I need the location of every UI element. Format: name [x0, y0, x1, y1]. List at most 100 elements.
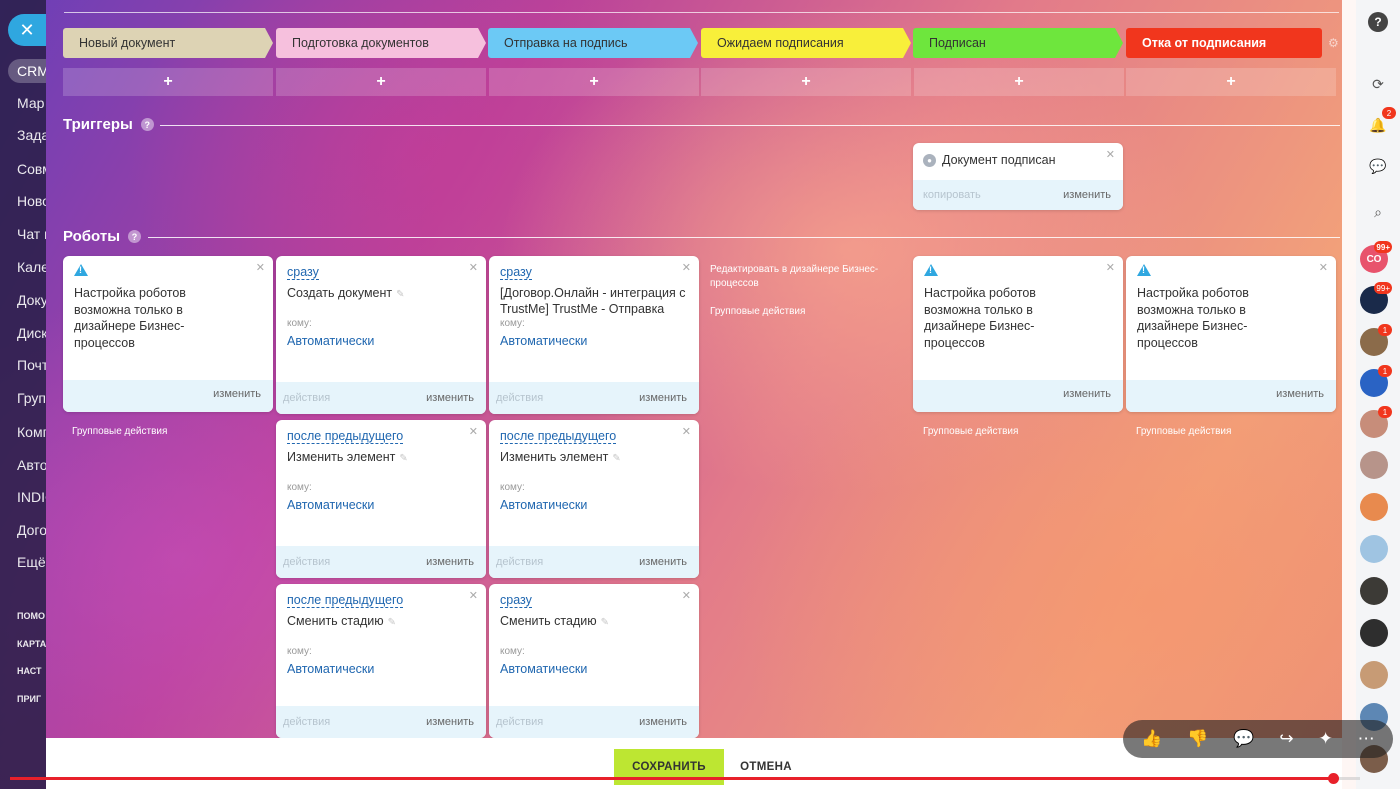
sidebar-item[interactable]: КАРТА — [17, 639, 46, 649]
sidebar-item[interactable]: Авто — [17, 457, 46, 473]
sidebar-item[interactable]: Совм — [17, 161, 46, 177]
search-icon[interactable]: ⌕ — [1364, 198, 1392, 226]
sidebar-item[interactable]: Чат и — [17, 226, 46, 242]
pencil-icon[interactable]: ✎ — [601, 617, 609, 628]
avatar[interactable] — [1360, 577, 1388, 605]
edit-link[interactable]: изменить — [426, 556, 474, 568]
edit-link[interactable]: изменить — [426, 716, 474, 728]
close-icon[interactable]: ✕ — [256, 261, 265, 274]
sidebar-item[interactable]: Дого — [17, 522, 46, 538]
video-progress-handle[interactable] — [1328, 773, 1339, 784]
sidebar-item-more[interactable]: Ещё — [17, 554, 46, 570]
sidebar-item-crm[interactable]: CRM — [8, 59, 46, 83]
add-button[interactable]: + — [701, 68, 911, 96]
avatar[interactable] — [1360, 535, 1388, 563]
sidebar-item[interactable]: Ново — [17, 193, 46, 209]
stage-refused[interactable]: Отка от подписания — [1126, 28, 1322, 58]
sidebar-item[interactable]: Кале — [17, 259, 46, 275]
sidebar-item[interactable]: Груп — [17, 390, 46, 406]
sidebar-item[interactable]: INDIC — [17, 489, 46, 505]
edit-link[interactable]: изменить — [426, 392, 474, 404]
actions-link[interactable]: действия — [283, 716, 330, 728]
bell-icon[interactable]: 🔔 2 — [1364, 107, 1396, 139]
avatar[interactable]: 1 — [1360, 365, 1392, 397]
sidebar-item[interactable]: Почт — [17, 357, 46, 373]
group-actions-link[interactable]: Групповые действия — [72, 426, 167, 437]
edit-link[interactable]: изменить — [639, 716, 687, 728]
trigger-card[interactable]: ● Документ подписан ✕ копировать изменит… — [913, 143, 1123, 210]
help-icon[interactable]: ? — [1368, 12, 1388, 32]
avatar[interactable] — [1360, 451, 1388, 479]
add-button[interactable]: + — [276, 68, 486, 96]
stage-waiting[interactable]: Ожидаем подписания — [701, 28, 911, 58]
pencil-icon[interactable]: ✎ — [388, 617, 396, 628]
robot-card[interactable]: после предыдущего ✕ Сменить стадию ✎ кому… — [276, 584, 486, 738]
close-icon[interactable]: ✕ — [469, 261, 478, 274]
edit-link[interactable]: изменить — [1276, 388, 1324, 400]
actions-link[interactable]: действия — [496, 392, 543, 404]
sidebar-item[interactable]: Комп — [17, 424, 46, 440]
to-value[interactable]: Автоматически — [500, 334, 587, 348]
actions-link[interactable]: действия — [283, 392, 330, 404]
to-value[interactable]: Автоматически — [287, 334, 374, 348]
sidebar-item[interactable]: ПРИГ — [17, 694, 46, 704]
close-icon[interactable]: ✕ — [1319, 261, 1328, 274]
avatar[interactable]: 99+ — [1360, 282, 1392, 314]
to-value[interactable]: Автоматически — [287, 498, 374, 512]
actions-link[interactable]: действия — [496, 716, 543, 728]
help-icon[interactable]: ? — [128, 230, 142, 243]
avatar[interactable] — [1360, 619, 1388, 647]
avatar[interactable]: 1 — [1360, 324, 1392, 356]
to-value[interactable]: Автоматически — [500, 498, 587, 512]
actions-link[interactable]: действия — [496, 556, 543, 568]
designer-link[interactable]: Редактировать в дизайнере Бизнес-процесс… — [710, 263, 910, 291]
stage-sending[interactable]: Отправка на подпись — [488, 28, 698, 58]
copy-link[interactable]: копировать — [923, 189, 981, 201]
group-actions-link[interactable]: Групповые действия — [710, 306, 805, 317]
avatar[interactable] — [1360, 661, 1388, 689]
robot-when[interactable]: после предыдущего — [287, 429, 404, 444]
comment-icon[interactable]: 💬 — [1233, 729, 1254, 749]
edit-link[interactable]: изменить — [1063, 189, 1111, 201]
add-button[interactable]: + — [63, 68, 273, 96]
edit-link[interactable]: изменить — [639, 556, 687, 568]
close-icon[interactable]: ✕ — [8, 14, 46, 46]
stage-signed[interactable]: Подписан — [913, 28, 1123, 58]
robot-card[interactable]: сразу ✕ [Договор.Онлайн - интеграция с T… — [489, 256, 699, 414]
pencil-icon[interactable]: ✎ — [396, 289, 404, 300]
sidebar-item[interactable]: НАСТ — [17, 666, 46, 676]
robot-when[interactable]: сразу — [287, 265, 319, 280]
close-icon[interactable]: ✕ — [682, 589, 691, 602]
more-icon[interactable]: ⋯ — [1358, 729, 1375, 749]
robot-card[interactable]: сразу ✕ Сменить стадию ✎ кому: Автоматиче… — [489, 584, 699, 738]
close-icon[interactable]: ✕ — [1106, 148, 1115, 161]
sidebar-item[interactable]: Доку — [17, 292, 46, 308]
group-actions-link[interactable]: Групповые действия — [1136, 426, 1231, 437]
stage-new-document[interactable]: Новый документ — [63, 28, 273, 58]
robot-when[interactable]: сразу — [500, 265, 532, 280]
stage-preparing[interactable]: Подготовка документов — [276, 28, 486, 58]
dislike-icon[interactable]: 👎 — [1187, 729, 1208, 749]
avatar[interactable] — [1360, 493, 1388, 521]
add-button[interactable]: + — [914, 68, 1124, 96]
avatar[interactable]: 1 — [1360, 406, 1392, 438]
help-icon[interactable]: ? — [140, 118, 154, 131]
sidebar-item[interactable]: Мар — [17, 95, 46, 111]
gear-icon[interactable]: ⚙ — [1328, 36, 1339, 50]
pencil-icon[interactable]: ✎ — [612, 453, 620, 464]
add-button[interactable]: + — [489, 68, 699, 96]
close-icon[interactable]: ✕ — [682, 261, 691, 274]
like-icon[interactable]: 👍 — [1141, 729, 1162, 749]
to-value[interactable]: Автоматически — [500, 662, 587, 676]
robot-when[interactable]: сразу — [500, 593, 532, 608]
sidebar-item[interactable]: ПОМО — [17, 611, 46, 621]
share-icon[interactable]: ↪ — [1279, 729, 1293, 749]
robot-card[interactable]: сразу ✕ Создать документ ✎ кому: Автомати… — [276, 256, 486, 414]
add-button[interactable]: + — [1126, 68, 1336, 96]
close-icon[interactable]: ✕ — [682, 425, 691, 438]
robot-card[interactable]: после предыдущего ✕ Изменить элемент ✎ ко… — [276, 420, 486, 578]
close-icon[interactable]: ✕ — [469, 589, 478, 602]
edit-link[interactable]: изменить — [213, 388, 261, 400]
robot-when[interactable]: после предыдущего — [500, 429, 617, 444]
actions-link[interactable]: действия — [283, 556, 330, 568]
